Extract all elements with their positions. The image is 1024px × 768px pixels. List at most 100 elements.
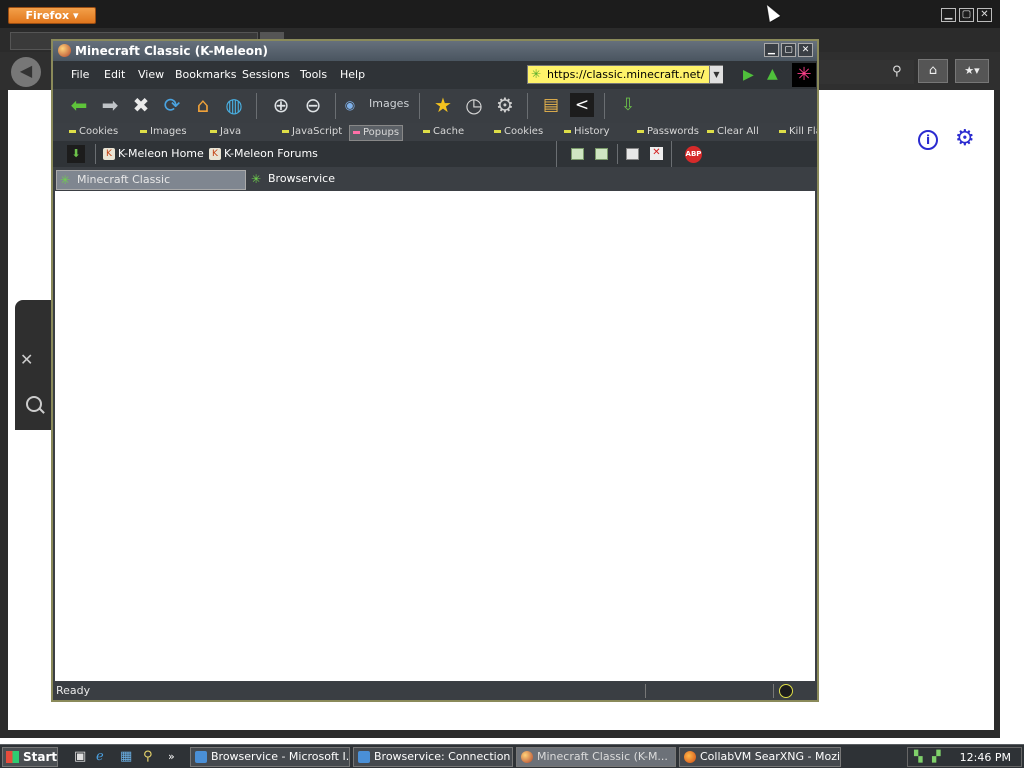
- menu-view[interactable]: View: [138, 68, 164, 81]
- tab-duplicate-icon[interactable]: [595, 148, 608, 160]
- bookmark-kmeleon-forums[interactable]: K K-Meleon Forums: [209, 147, 318, 160]
- status-bar: Ready: [53, 682, 817, 700]
- tray-app-icon[interactable]: ▞: [932, 750, 946, 764]
- prefbar-javascript[interactable]: JavaScript: [282, 125, 342, 139]
- prefbar-images[interactable]: Images: [140, 125, 187, 139]
- status-text: Ready: [56, 684, 91, 697]
- system-tray: ▚ ▞ 12:46 PM: [907, 747, 1022, 767]
- adblock-icon[interactable]: ABP: [685, 146, 702, 163]
- reload-icon[interactable]: ⟳: [160, 93, 184, 117]
- site-loading-icon: ✳: [60, 173, 71, 187]
- back-arrow-icon[interactable]: ◀: [11, 57, 41, 87]
- kmeleon-logo-icon: [58, 44, 71, 57]
- close-icon[interactable]: ✕: [20, 350, 33, 369]
- site-loading-icon: ✳: [251, 172, 262, 186]
- stop-icon[interactable]: ✖: [129, 93, 153, 117]
- desktop: Firefox ▾ ▁ ▢ ✕ ◀ ⚲ ⌂ ★▾ i ⚙ ✕ Minecraft…: [0, 0, 1024, 744]
- prefbar-kill-flash[interactable]: Kill Fla: [779, 125, 817, 139]
- toggle-marker-icon: [494, 129, 501, 133]
- clock[interactable]: 12:46 PM: [960, 750, 1011, 766]
- quicklaunch-overflow-icon[interactable]: »: [168, 749, 175, 765]
- history-clock-icon[interactable]: ◷: [462, 93, 486, 117]
- close-icon[interactable]: ✕: [798, 43, 813, 57]
- go-arrow-icon[interactable]: ▶: [743, 67, 754, 83]
- firefox-left-border: [0, 90, 8, 738]
- menu-bookmarks[interactable]: Bookmarks: [175, 68, 236, 81]
- task-minecraft-classic[interactable]: Minecraft Classic (K-M...: [516, 747, 676, 767]
- window-new-icon[interactable]: [626, 148, 639, 160]
- toggle-marker-icon: [564, 129, 571, 133]
- menu-file[interactable]: File: [71, 68, 89, 81]
- home-icon[interactable]: ⌂: [191, 93, 215, 117]
- task-browservice-ie[interactable]: Browservice - Microsoft I...: [190, 747, 350, 767]
- prefbar-clear-all[interactable]: Clear All: [707, 125, 759, 139]
- firefox-window-controls: ▁ ▢ ✕: [941, 8, 992, 22]
- gear-icon[interactable]: ⚙: [955, 127, 975, 151]
- code-bracket-icon[interactable]: <: [570, 93, 594, 117]
- prefbar-popups[interactable]: Popups: [349, 125, 404, 141]
- start-button[interactable]: Start: [2, 747, 58, 767]
- globe-icon[interactable]: ◍: [222, 93, 246, 117]
- menu-edit[interactable]: Edit: [104, 68, 125, 81]
- prefbar-passwords[interactable]: Passwords: [637, 125, 699, 139]
- site-loading-icon: ✳: [531, 67, 542, 81]
- search-icon[interactable]: ⚲: [892, 64, 902, 79]
- firefox-menu-button[interactable]: Firefox ▾: [8, 7, 96, 24]
- settings-gear-icon[interactable]: ⚙: [493, 93, 517, 117]
- toolbar-separator: [556, 141, 557, 167]
- prefbar-java[interactable]: Java: [210, 125, 241, 139]
- page-source-icon[interactable]: ▤: [539, 93, 563, 117]
- page-content[interactable]: [55, 191, 815, 681]
- internet-explorer-icon[interactable]: ℯ: [96, 749, 104, 765]
- url-text: https://classic.minecraft.net/: [547, 68, 705, 81]
- tab-new-icon[interactable]: [571, 148, 584, 160]
- bookmarks-star-icon[interactable]: ★: [431, 93, 455, 117]
- minimize-icon[interactable]: ▁: [941, 8, 956, 22]
- url-dropdown-icon[interactable]: ▼: [709, 66, 723, 83]
- images-toggle-icon[interactable]: ◉: [343, 93, 357, 117]
- close-icon[interactable]: ✕: [977, 8, 992, 22]
- windows-explorer-icon[interactable]: ▦: [120, 749, 132, 765]
- toggle-marker-icon: [140, 129, 147, 133]
- bookmark-kmeleon-home[interactable]: K K-Meleon Home: [103, 147, 204, 160]
- back-arrow-icon[interactable]: ⬅: [67, 93, 91, 117]
- prefbar-cache[interactable]: Cache: [423, 125, 464, 139]
- info-icon[interactable]: i: [918, 130, 938, 150]
- download-icon[interactable]: ⇩: [616, 93, 640, 117]
- tab-minecraft-classic[interactable]: ✳ Minecraft Classic: [56, 170, 246, 190]
- task-collabvm-searxng[interactable]: CollabVM SearXNG - Mozill...: [679, 747, 841, 767]
- maximize-icon[interactable]: ▢: [959, 8, 974, 22]
- bookmarks-menu-icon[interactable]: ★▾: [955, 59, 989, 83]
- maximize-icon[interactable]: ▢: [781, 43, 796, 57]
- toolbar-separator: [527, 93, 528, 119]
- task-browservice-connection[interactable]: Browservice: Connection l...: [353, 747, 513, 767]
- search-icon[interactable]: [26, 396, 42, 412]
- tab-browservice[interactable]: ✳ Browservice: [248, 170, 368, 190]
- home-icon[interactable]: ⌂: [918, 59, 948, 83]
- bookmarks-toolbar: ⬇ K K-Meleon Home K K-Meleon Forums ✕ ABP: [53, 141, 817, 167]
- up-arrow-icon[interactable]: ▲: [767, 66, 778, 82]
- show-desktop-icon[interactable]: ▣: [74, 749, 86, 765]
- url-field[interactable]: ✳ https://classic.minecraft.net/: [527, 65, 723, 84]
- minimize-icon[interactable]: ▁: [764, 43, 779, 57]
- network-icon[interactable]: ▚: [914, 750, 928, 764]
- prefbar-history[interactable]: History: [564, 125, 610, 139]
- zoom-in-icon[interactable]: ⊕: [269, 93, 293, 117]
- prefbar-clear-cookies[interactable]: Cookies: [494, 125, 543, 139]
- forward-arrow-icon[interactable]: ➡: [98, 93, 122, 117]
- menu-help[interactable]: Help: [340, 68, 365, 81]
- throbber-icon[interactable]: ✳: [792, 63, 816, 87]
- toolbar-separator: [335, 93, 336, 119]
- zoom-out-icon[interactable]: ⊖: [301, 93, 325, 117]
- bookmarks-download-icon[interactable]: ⬇: [67, 145, 85, 163]
- tab-close-icon[interactable]: ✕: [650, 147, 663, 160]
- images-toggle-label[interactable]: Images: [369, 97, 409, 110]
- navigation-toolbar: ⬅ ➡ ✖ ⟳ ⌂ ◍ ⊕ ⊖ ◉ Images ★ ◷ ⚙ ▤ < ⇩: [53, 89, 817, 123]
- menu-tools[interactable]: Tools: [300, 68, 327, 81]
- prefbar-cookies[interactable]: Cookies: [69, 125, 118, 139]
- window-title: Minecraft Classic (K-Meleon): [75, 44, 269, 58]
- toolbar-separator: [419, 93, 420, 119]
- menu-sessions[interactable]: Sessions: [242, 68, 290, 81]
- search-icon[interactable]: ⚲: [143, 749, 153, 765]
- security-status-icon[interactable]: [779, 684, 793, 698]
